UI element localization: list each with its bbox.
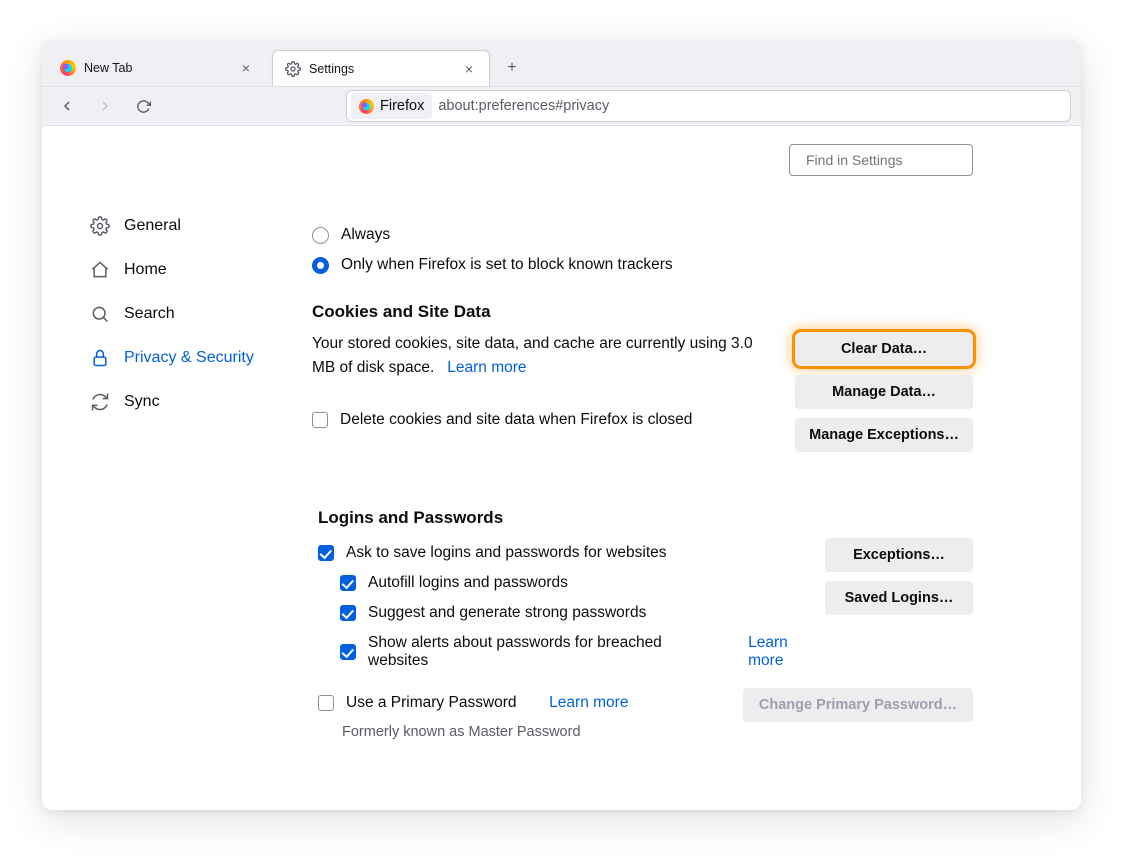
tab-new-tab[interactable]: New Tab × bbox=[48, 50, 266, 86]
toolbar: Firefox about:preferences#privacy bbox=[42, 86, 1081, 126]
forward-button[interactable] bbox=[90, 91, 120, 121]
sidebar-item-general[interactable]: General bbox=[42, 204, 304, 248]
login-exceptions-button[interactable]: Exceptions… bbox=[825, 538, 973, 572]
tab-label: New Tab bbox=[84, 61, 230, 75]
clear-data-button[interactable]: Clear Data… bbox=[795, 332, 973, 366]
new-tab-button[interactable]: + bbox=[498, 54, 526, 82]
gear-icon bbox=[90, 216, 110, 236]
primary-learn-more-link[interactable]: Learn more bbox=[549, 694, 628, 712]
radio-label: Only when Firefox is set to block known … bbox=[341, 256, 673, 274]
tabs-bar: New Tab × Settings × + bbox=[42, 40, 1081, 86]
radio-label: Always bbox=[341, 226, 390, 244]
sidebar-item-search[interactable]: Search bbox=[42, 292, 304, 336]
checkbox-suggest-passwords[interactable]: Suggest and generate strong passwords bbox=[340, 604, 825, 622]
tab-label: Settings bbox=[309, 62, 453, 76]
primary-password-note: Formerly known as Master Password bbox=[342, 724, 743, 740]
back-button[interactable] bbox=[52, 91, 82, 121]
sidebar-item-home[interactable]: Home bbox=[42, 248, 304, 292]
close-icon[interactable]: × bbox=[238, 60, 254, 76]
checkbox-label: Delete cookies and site data when Firefo… bbox=[340, 408, 692, 432]
search-icon bbox=[90, 304, 110, 324]
sidebar-label: General bbox=[124, 217, 181, 235]
settings-search-input[interactable] bbox=[804, 151, 989, 169]
change-primary-password-button[interactable]: Change Primary Password… bbox=[743, 688, 973, 722]
checkbox-breach-alerts[interactable]: Show alerts about passwords for breached… bbox=[340, 634, 825, 670]
checkbox-label: Show alerts about passwords for breached… bbox=[368, 634, 716, 670]
tab-settings[interactable]: Settings × bbox=[272, 50, 490, 86]
breach-learn-more-link[interactable]: Learn more bbox=[748, 634, 825, 670]
radio-icon bbox=[312, 257, 329, 274]
checkbox-label: Ask to save logins and passwords for web… bbox=[346, 544, 667, 562]
browser-window: New Tab × Settings × + Firefox about:pre… bbox=[42, 40, 1081, 810]
sync-icon bbox=[90, 392, 110, 412]
url-text: about:preferences#privacy bbox=[438, 98, 609, 114]
checkbox-autofill[interactable]: Autofill logins and passwords bbox=[340, 574, 825, 592]
home-icon bbox=[90, 260, 110, 280]
checkbox-icon bbox=[312, 412, 328, 428]
checkbox-icon bbox=[340, 605, 356, 621]
reload-button[interactable] bbox=[128, 91, 158, 121]
radio-only-block-trackers[interactable]: Only when Firefox is set to block known … bbox=[312, 256, 973, 274]
sidebar-item-sync[interactable]: Sync bbox=[42, 380, 304, 424]
checkbox-icon bbox=[340, 644, 356, 660]
checkbox-delete-on-close[interactable]: Delete cookies and site data when Firefo… bbox=[312, 408, 777, 432]
checkbox-use-primary-password[interactable]: Use a Primary Password Learn more bbox=[318, 694, 743, 712]
checkbox-label: Autofill logins and passwords bbox=[368, 574, 568, 592]
identity-pill[interactable]: Firefox bbox=[351, 93, 432, 119]
manage-data-button[interactable]: Manage Data… bbox=[795, 375, 973, 409]
checkbox-ask-save-logins[interactable]: Ask to save logins and passwords for web… bbox=[318, 544, 825, 562]
identity-label: Firefox bbox=[380, 98, 424, 114]
cookies-learn-more-link[interactable]: Learn more bbox=[447, 359, 526, 376]
sidebar-label: Home bbox=[124, 261, 167, 279]
checkbox-icon bbox=[318, 545, 334, 561]
checkbox-label: Suggest and generate strong passwords bbox=[368, 604, 646, 622]
content-area: General Home Search Privacy & Security S… bbox=[42, 126, 1081, 810]
radio-icon bbox=[312, 227, 329, 244]
checkbox-label: Use a Primary Password bbox=[346, 694, 517, 712]
section-title-cookies: Cookies and Site Data bbox=[312, 302, 973, 322]
lock-icon bbox=[90, 348, 110, 368]
radio-always[interactable]: Always bbox=[312, 226, 973, 244]
sidebar-label: Search bbox=[124, 305, 175, 323]
settings-search[interactable] bbox=[789, 144, 973, 176]
manage-exceptions-button[interactable]: Manage Exceptions… bbox=[795, 418, 973, 452]
sidebar-label: Sync bbox=[124, 393, 160, 411]
sidebar-item-privacy[interactable]: Privacy & Security bbox=[42, 336, 304, 380]
settings-main: Always Only when Firefox is set to block… bbox=[304, 126, 1081, 810]
firefox-icon bbox=[60, 60, 76, 76]
url-bar[interactable]: Firefox about:preferences#privacy bbox=[346, 90, 1071, 122]
gear-icon bbox=[285, 61, 301, 77]
sidebar-label: Privacy & Security bbox=[124, 349, 254, 367]
firefox-icon bbox=[359, 99, 374, 114]
cookies-description: Your stored cookies, site data, and cach… bbox=[312, 335, 753, 376]
saved-logins-button[interactable]: Saved Logins… bbox=[825, 581, 973, 615]
checkbox-icon bbox=[340, 575, 356, 591]
checkbox-icon bbox=[318, 695, 334, 711]
close-icon[interactable]: × bbox=[461, 61, 477, 77]
section-title-logins: Logins and Passwords bbox=[318, 508, 973, 528]
settings-sidebar: General Home Search Privacy & Security S… bbox=[42, 126, 304, 810]
